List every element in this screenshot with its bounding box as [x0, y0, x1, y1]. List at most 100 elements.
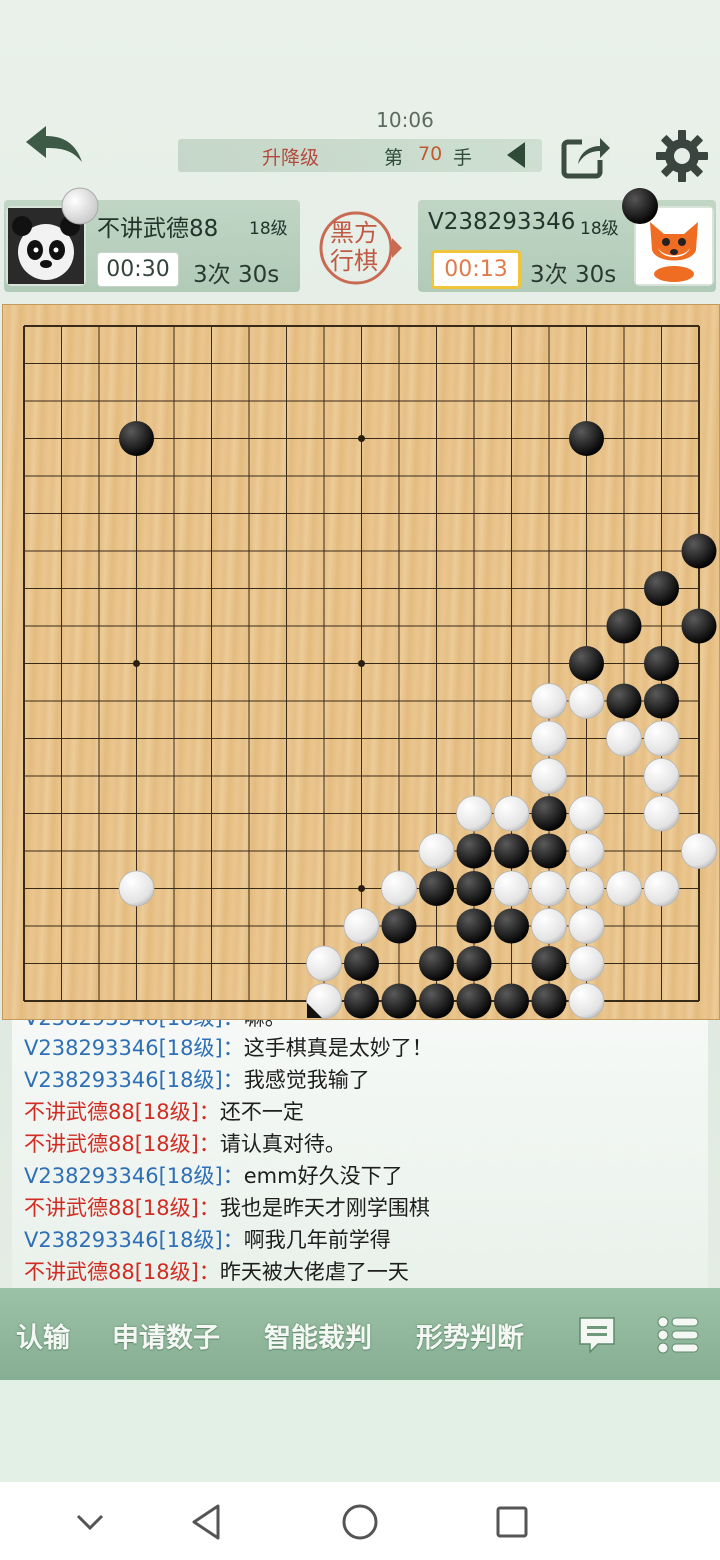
player-left-timer: 00:30 [97, 252, 179, 287]
black-stone [606, 683, 642, 719]
chat-text: 请认真对待。 [219, 1132, 346, 1156]
black-stone [494, 983, 529, 1019]
black-stone [531, 983, 567, 1019]
circle-home-icon [342, 1504, 378, 1540]
settings-button[interactable] [654, 128, 710, 184]
position-evaluate-button[interactable]: 形势判断 [416, 1316, 524, 1355]
chat-user: V238293346[18级] [24, 1036, 223, 1060]
board-grid[interactable] [3, 305, 719, 1019]
chat-bubble-icon [579, 1317, 615, 1354]
black-stone [456, 833, 492, 869]
black-stone [419, 871, 454, 906]
chat-user: V238293346[18级] [24, 1228, 223, 1252]
chat-toggle-button[interactable] [576, 1314, 618, 1356]
chat-user: V238293346[18级] [24, 1020, 223, 1030]
nav-back-button[interactable] [186, 1500, 230, 1544]
menu-button[interactable] [656, 1314, 702, 1356]
black-stone [456, 871, 492, 906]
white-stone [568, 983, 605, 1019]
chat-separator: ： [222, 1068, 244, 1092]
chat-user: 不讲武德88[18级] [24, 1196, 199, 1220]
black-stone [456, 983, 492, 1019]
rank-mode-label: 升降级 [262, 147, 320, 169]
chat-separator: ： [198, 1260, 220, 1284]
black-stone [681, 533, 717, 569]
chat-text: emm好久没下了 [243, 1164, 403, 1188]
request-count-button[interactable]: 申请数子 [112, 1316, 220, 1355]
chat-message: 不讲武德88[18级]：请认真对待。 [24, 1128, 346, 1158]
chat-text: 昨天被大佬虐了一天 [219, 1260, 409, 1284]
chat-text: 嘛。 [244, 1020, 286, 1030]
star-point [358, 885, 365, 892]
chat-separator: ： [222, 1164, 244, 1188]
white-stone [381, 870, 417, 907]
black-stone [644, 646, 679, 681]
square-recents-icon [496, 1506, 528, 1538]
white-stone [568, 683, 605, 719]
chat-user: 不讲武德88[18级] [24, 1260, 199, 1284]
player-right-level: 18级 [580, 219, 619, 239]
black-stone [381, 983, 417, 1019]
white-stone [606, 720, 642, 757]
chat-separator: ： [223, 1020, 244, 1030]
white-stone [606, 870, 642, 907]
go-board[interactable] [2, 304, 720, 1020]
chat-message: 不讲武德88[18级]：我也是昨天才刚学围棋 [24, 1192, 430, 1222]
white-stone [643, 758, 680, 794]
white-stone [531, 758, 567, 794]
chat-separator: ： [198, 1196, 220, 1220]
move-suffix: 手 [453, 147, 473, 169]
chat-text: 我感觉我输了 [243, 1068, 370, 1092]
white-stone [531, 683, 567, 719]
chat-user: V238293346[18级] [24, 1068, 223, 1092]
black-turn-seal: 黑方 行棋 [318, 210, 404, 286]
chat-user: 不讲武德88[18级] [24, 1100, 199, 1124]
status-time: 10:06 [376, 108, 434, 132]
smart-judge-button[interactable]: 智能裁判 [264, 1316, 372, 1355]
white-stone [568, 945, 605, 982]
chat-text: 啊我几年前学得 [243, 1228, 391, 1252]
back-button[interactable] [20, 120, 90, 170]
chat-separator: ： [198, 1100, 220, 1124]
chat-message: 不讲武德88[18级]：还不一定 [24, 1096, 304, 1126]
chat-message: V238293346[18级]：啊我几年前学得 [24, 1224, 391, 1254]
white-stone [493, 795, 530, 832]
black-stone [456, 908, 492, 944]
star-point [358, 435, 365, 442]
star-point [358, 660, 365, 667]
chat-text: 还不一定 [219, 1100, 304, 1124]
black-stone [494, 833, 529, 869]
black-stone [606, 608, 642, 644]
list-menu-icon [657, 1316, 699, 1354]
chat-message: V238293346[18级]：emm好久没下了 [24, 1160, 403, 1190]
chevron-down-icon [76, 1514, 104, 1531]
seal-line1: 黑方 [330, 219, 378, 247]
nav-recents-button[interactable] [490, 1500, 534, 1544]
black-stone [344, 946, 379, 981]
player-left-byoyomi: 3次 30s [193, 262, 280, 288]
chat-text: 我也是昨天才刚学围棋 [219, 1196, 430, 1220]
black-stone [494, 908, 529, 944]
move-number: 70 [418, 143, 443, 165]
chat-user: V238293346[18级] [24, 1164, 223, 1188]
player-right-name: V238293346 [428, 209, 576, 235]
chat-separator: ： [222, 1228, 244, 1252]
black-stone [531, 833, 567, 869]
black-stone [644, 571, 679, 606]
chat-message: V238293346[18级]：我感觉我输了 [24, 1064, 370, 1094]
chat-text: 这手棋真是太妙了！ [243, 1036, 433, 1060]
player-left-name: 不讲武德88 [97, 216, 219, 242]
nav-home-button[interactable] [338, 1500, 382, 1544]
black-stone [344, 983, 379, 1019]
white-stone [456, 795, 492, 832]
triangle-left-icon [507, 142, 525, 168]
white-stone [568, 870, 605, 907]
player-right-byoyomi: 3次 30s [530, 262, 617, 288]
share-button[interactable] [560, 132, 612, 180]
white-stone [493, 870, 530, 907]
chat-panel[interactable]: V238293346[18级]：嘛。 V238293346[18级]：这手棋真是… [12, 1020, 708, 1288]
share-icon [561, 136, 610, 179]
resign-button[interactable]: 认输 [16, 1316, 70, 1355]
prev-move-button[interactable] [503, 140, 529, 170]
nav-hide-button[interactable] [68, 1500, 112, 1544]
